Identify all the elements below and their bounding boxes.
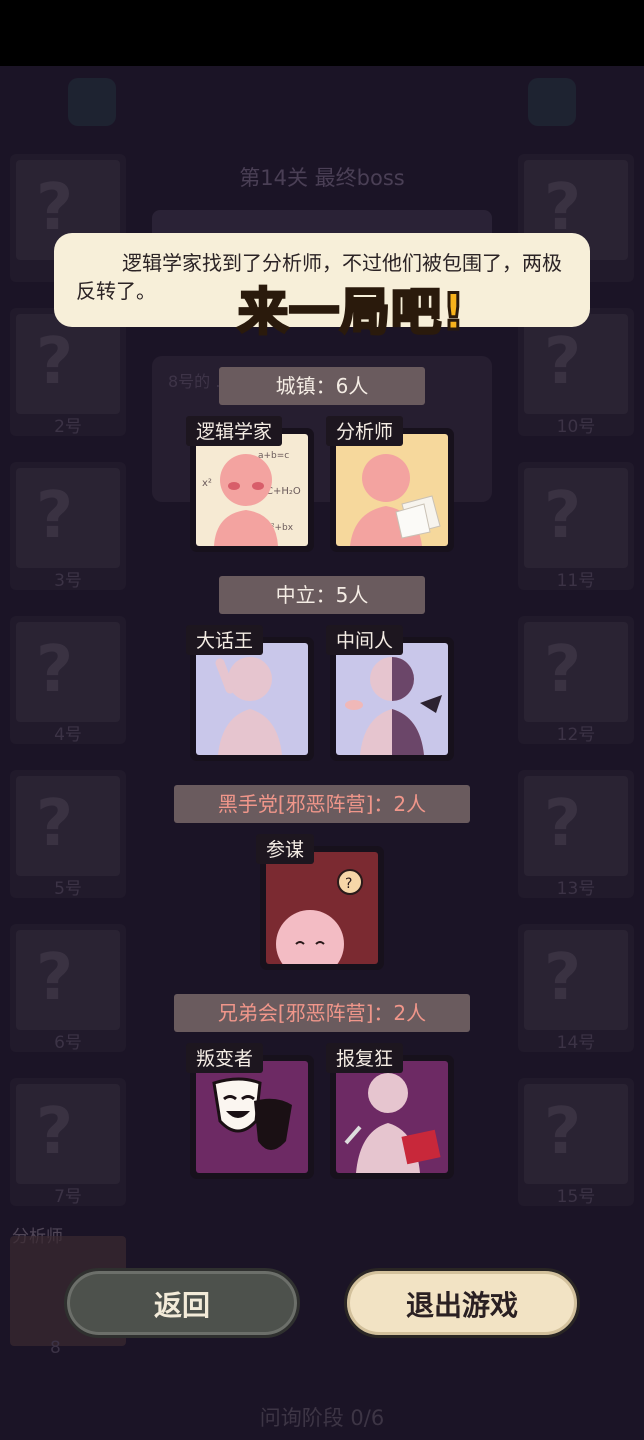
avenger-portrait-icon [336, 1061, 448, 1173]
role-card-middleman[interactable]: 中间人 [326, 625, 454, 761]
player-slot: ? 14号 [518, 924, 634, 1053]
role-name: 大话王 [186, 625, 264, 655]
role-card-logician[interactable]: a+b=c x² C+H₂O ax²+bx 逻辑学家 [186, 416, 314, 552]
dead-player-number: 8 [50, 1338, 61, 1358]
player-slot: ? 4号 [10, 616, 126, 745]
role-card-analyst[interactable]: 分析师 [326, 416, 454, 552]
logician-portrait-icon: a+b=c x² C+H₂O ax²+bx [196, 434, 308, 546]
player-slot: ? 11号 [518, 462, 634, 591]
role-card-avenger[interactable]: 报复狂 [326, 1043, 454, 1179]
map-icon [68, 78, 116, 126]
role-name: 报复狂 [326, 1043, 404, 1073]
player-slot: ? 5号 [10, 770, 126, 899]
role-name: 参谋 [256, 834, 315, 864]
player-slot: ? 15号 [518, 1078, 634, 1207]
svg-text:a+b=c: a+b=c [258, 451, 289, 461]
role-card-traitor[interactable]: 叛变者 [186, 1043, 314, 1179]
player-slot: ? 12号 [518, 616, 634, 745]
group-label-town: 城镇：6人 [219, 367, 425, 405]
svg-text:x²: x² [202, 478, 212, 489]
role-card-braggart[interactable]: 大话王 [186, 625, 314, 761]
level-title: 第14关 最终boss [239, 166, 405, 190]
player-slot: ? 10号 [518, 308, 634, 437]
role-name: 叛变者 [186, 1043, 264, 1073]
player-slot: ? 13号 [518, 770, 634, 899]
group-label-neutral: 中立：5人 [219, 576, 425, 614]
player-slot: ? 3号 [10, 462, 126, 591]
role-name: 中间人 [326, 625, 404, 655]
svg-text:?: ? [345, 876, 352, 892]
middleman-portrait-icon [336, 643, 448, 755]
notes-icon [528, 78, 576, 126]
status-bar [0, 0, 644, 66]
player-slot: ? 7号 [10, 1078, 126, 1207]
role-card-strategist[interactable]: ? 参谋 [256, 834, 384, 970]
player-slot: ? 6号 [10, 924, 126, 1053]
svg-text:C+H₂O: C+H₂O [266, 486, 301, 497]
exit-game-button[interactable]: 退出游戏 [344, 1268, 580, 1338]
play-headline: 来一局吧! [237, 282, 467, 343]
phase-indicator: 问询阶段 0/6 [259, 1406, 385, 1430]
group-label-mafia: 黑手党[邪恶阵营]：2人 [174, 785, 470, 823]
back-button[interactable]: 返回 [64, 1268, 300, 1338]
traitor-masks-icon [196, 1061, 308, 1173]
role-name: 逻辑学家 [186, 416, 283, 446]
strategist-portrait-icon: ? [266, 852, 378, 964]
braggart-portrait-icon [196, 643, 308, 755]
group-label-brotherhood: 兄弟会[邪恶阵营]：2人 [174, 994, 470, 1032]
player-slot: ? 2号 [10, 308, 126, 437]
role-name: 分析师 [326, 416, 404, 446]
analyst-portrait-icon [336, 434, 448, 546]
